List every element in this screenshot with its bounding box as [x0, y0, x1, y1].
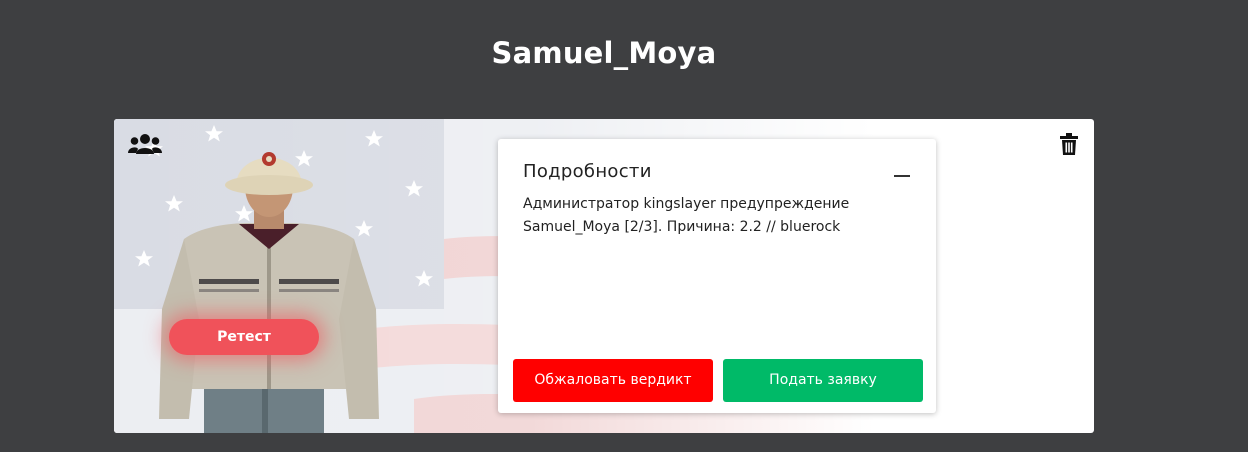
player-card: Ретест Подробности Администратор kingsla…: [114, 119, 1094, 433]
details-panel: Подробности Администратор kingslayer пре…: [498, 139, 936, 413]
player-skin-image: [159, 152, 379, 433]
users-icon[interactable]: [128, 133, 162, 155]
retest-button[interactable]: Ретест: [169, 319, 319, 355]
details-title: Подробности: [523, 161, 652, 182]
details-text: Администратор kingslayer предупреждение …: [523, 196, 850, 235]
trash-icon[interactable]: [1060, 133, 1078, 155]
page-title: Samuel_Moya: [491, 36, 717, 70]
minus-icon: [894, 175, 910, 177]
collapse-button[interactable]: [886, 163, 918, 189]
appeal-verdict-button[interactable]: Обжаловать вердикт: [513, 359, 713, 402]
submit-request-button[interactable]: Подать заявку: [723, 359, 923, 402]
